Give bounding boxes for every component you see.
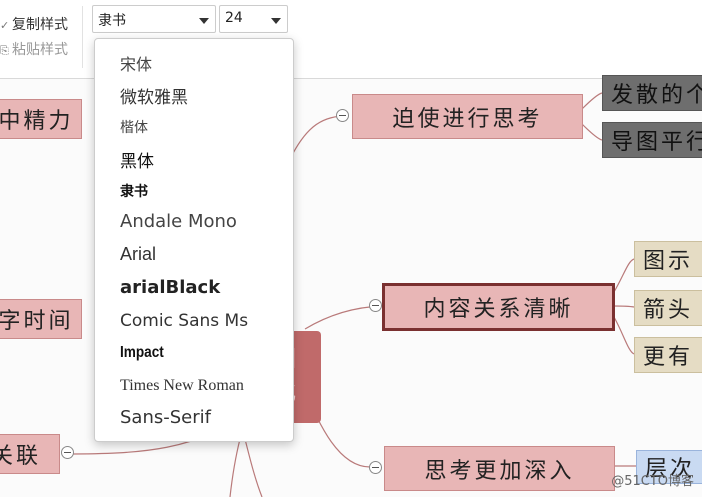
font-option-heiti[interactable]: 黑体 [120, 147, 154, 172]
node-deeper-thinking[interactable]: 思考更加深入 [384, 446, 615, 491]
copy-style-label: 复制样式 [12, 17, 68, 33]
collapse-toggle[interactable] [369, 299, 382, 312]
font-option-lishu[interactable]: 隶书 [120, 181, 148, 201]
font-family-value: 隶书 [98, 13, 126, 29]
paste-style-label: 粘贴样式 [12, 42, 68, 58]
toolbar-divider [82, 6, 83, 68]
paste-style-button[interactable]: ⎘ 粘贴样式 [0, 39, 68, 59]
node-diagram[interactable]: 图示 [634, 241, 702, 277]
node-parallel[interactable]: 导图平行 [602, 122, 702, 158]
font-option-comic-sans[interactable]: Comic Sans Ms [120, 311, 248, 331]
font-option-arial[interactable]: Arial [120, 244, 156, 265]
chevron-down-icon [199, 18, 209, 24]
node-clear-relations[interactable]: 内容关系清晰 [382, 283, 615, 331]
copy-style-button[interactable]: ✓ 复制样式 [0, 14, 68, 34]
collapse-toggle[interactable] [369, 461, 382, 474]
font-option-times-new-roman[interactable]: Times New Roman [120, 377, 244, 395]
node-focus[interactable]: 中精力 [0, 99, 82, 139]
node-save-time[interactable]: 字时间 [0, 299, 82, 339]
font-option-songti[interactable]: 宋体 [120, 51, 152, 75]
collapse-toggle[interactable] [61, 446, 74, 459]
font-option-yahei[interactable]: 微软雅黑 [120, 83, 188, 108]
watermark: @51CTO博客 [611, 474, 694, 489]
node-divergent[interactable]: 发散的个 [602, 75, 702, 111]
font-family-dropdown: 宋体 微软雅黑 楷体 黑体 隶书 Andale Mono Arial arial… [94, 38, 294, 442]
node-force-thinking[interactable]: 迫使进行思考 [352, 94, 583, 139]
font-option-impact[interactable]: Impact [120, 344, 164, 362]
font-family-select[interactable]: 隶书 [92, 5, 216, 33]
font-option-sans-serif[interactable]: Sans-Serif [120, 407, 211, 428]
font-option-kaiti[interactable]: 楷体 [120, 117, 148, 137]
chevron-down-icon [271, 18, 281, 24]
font-option-arial-black[interactable]: arialBlack [120, 277, 220, 298]
collapse-toggle[interactable] [336, 109, 349, 122]
node-more[interactable]: 更有 [634, 337, 702, 373]
paste-icon: ⎘ [0, 44, 9, 57]
font-size-value: 24 [225, 10, 243, 26]
font-size-select[interactable]: 24 [219, 5, 288, 33]
check-icon: ✓ [0, 19, 10, 32]
font-option-andale-mono[interactable]: Andale Mono [120, 211, 237, 232]
node-arrow[interactable]: 箭头 [634, 290, 702, 326]
node-association[interactable]: 关联 [0, 434, 60, 474]
